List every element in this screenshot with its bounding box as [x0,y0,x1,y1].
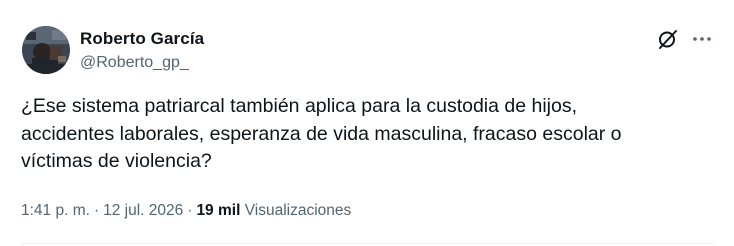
meta-separator: · [93,202,100,219]
tweet-meta: 1:41 p. m. · 12 jul. 2026 · 19 mil Visualiza… [21,202,351,220]
grok-icon[interactable] [657,28,679,50]
views-count: 19 mil [196,202,241,219]
tweet-text: ¿Ese sistema patriarcal también aplica p… [21,95,622,172]
avatar-image [22,26,70,74]
more-options-icon[interactable] [691,30,713,48]
tweet-card: Roberto García @Roberto_gp_ ¿Ese sistema… [0,0,734,246]
views-label: Visualizaciones [244,202,352,219]
divider [21,243,713,244]
author-display-name[interactable]: Roberto García [80,29,204,49]
user-avatar[interactable] [22,26,70,74]
author-handle[interactable]: @Roberto_gp_ [80,54,189,72]
tweet-date[interactable]: 12 jul. 2026 [103,202,183,219]
tweet-time[interactable]: 1:41 p. m. [21,202,90,219]
meta-separator: · [187,202,193,219]
